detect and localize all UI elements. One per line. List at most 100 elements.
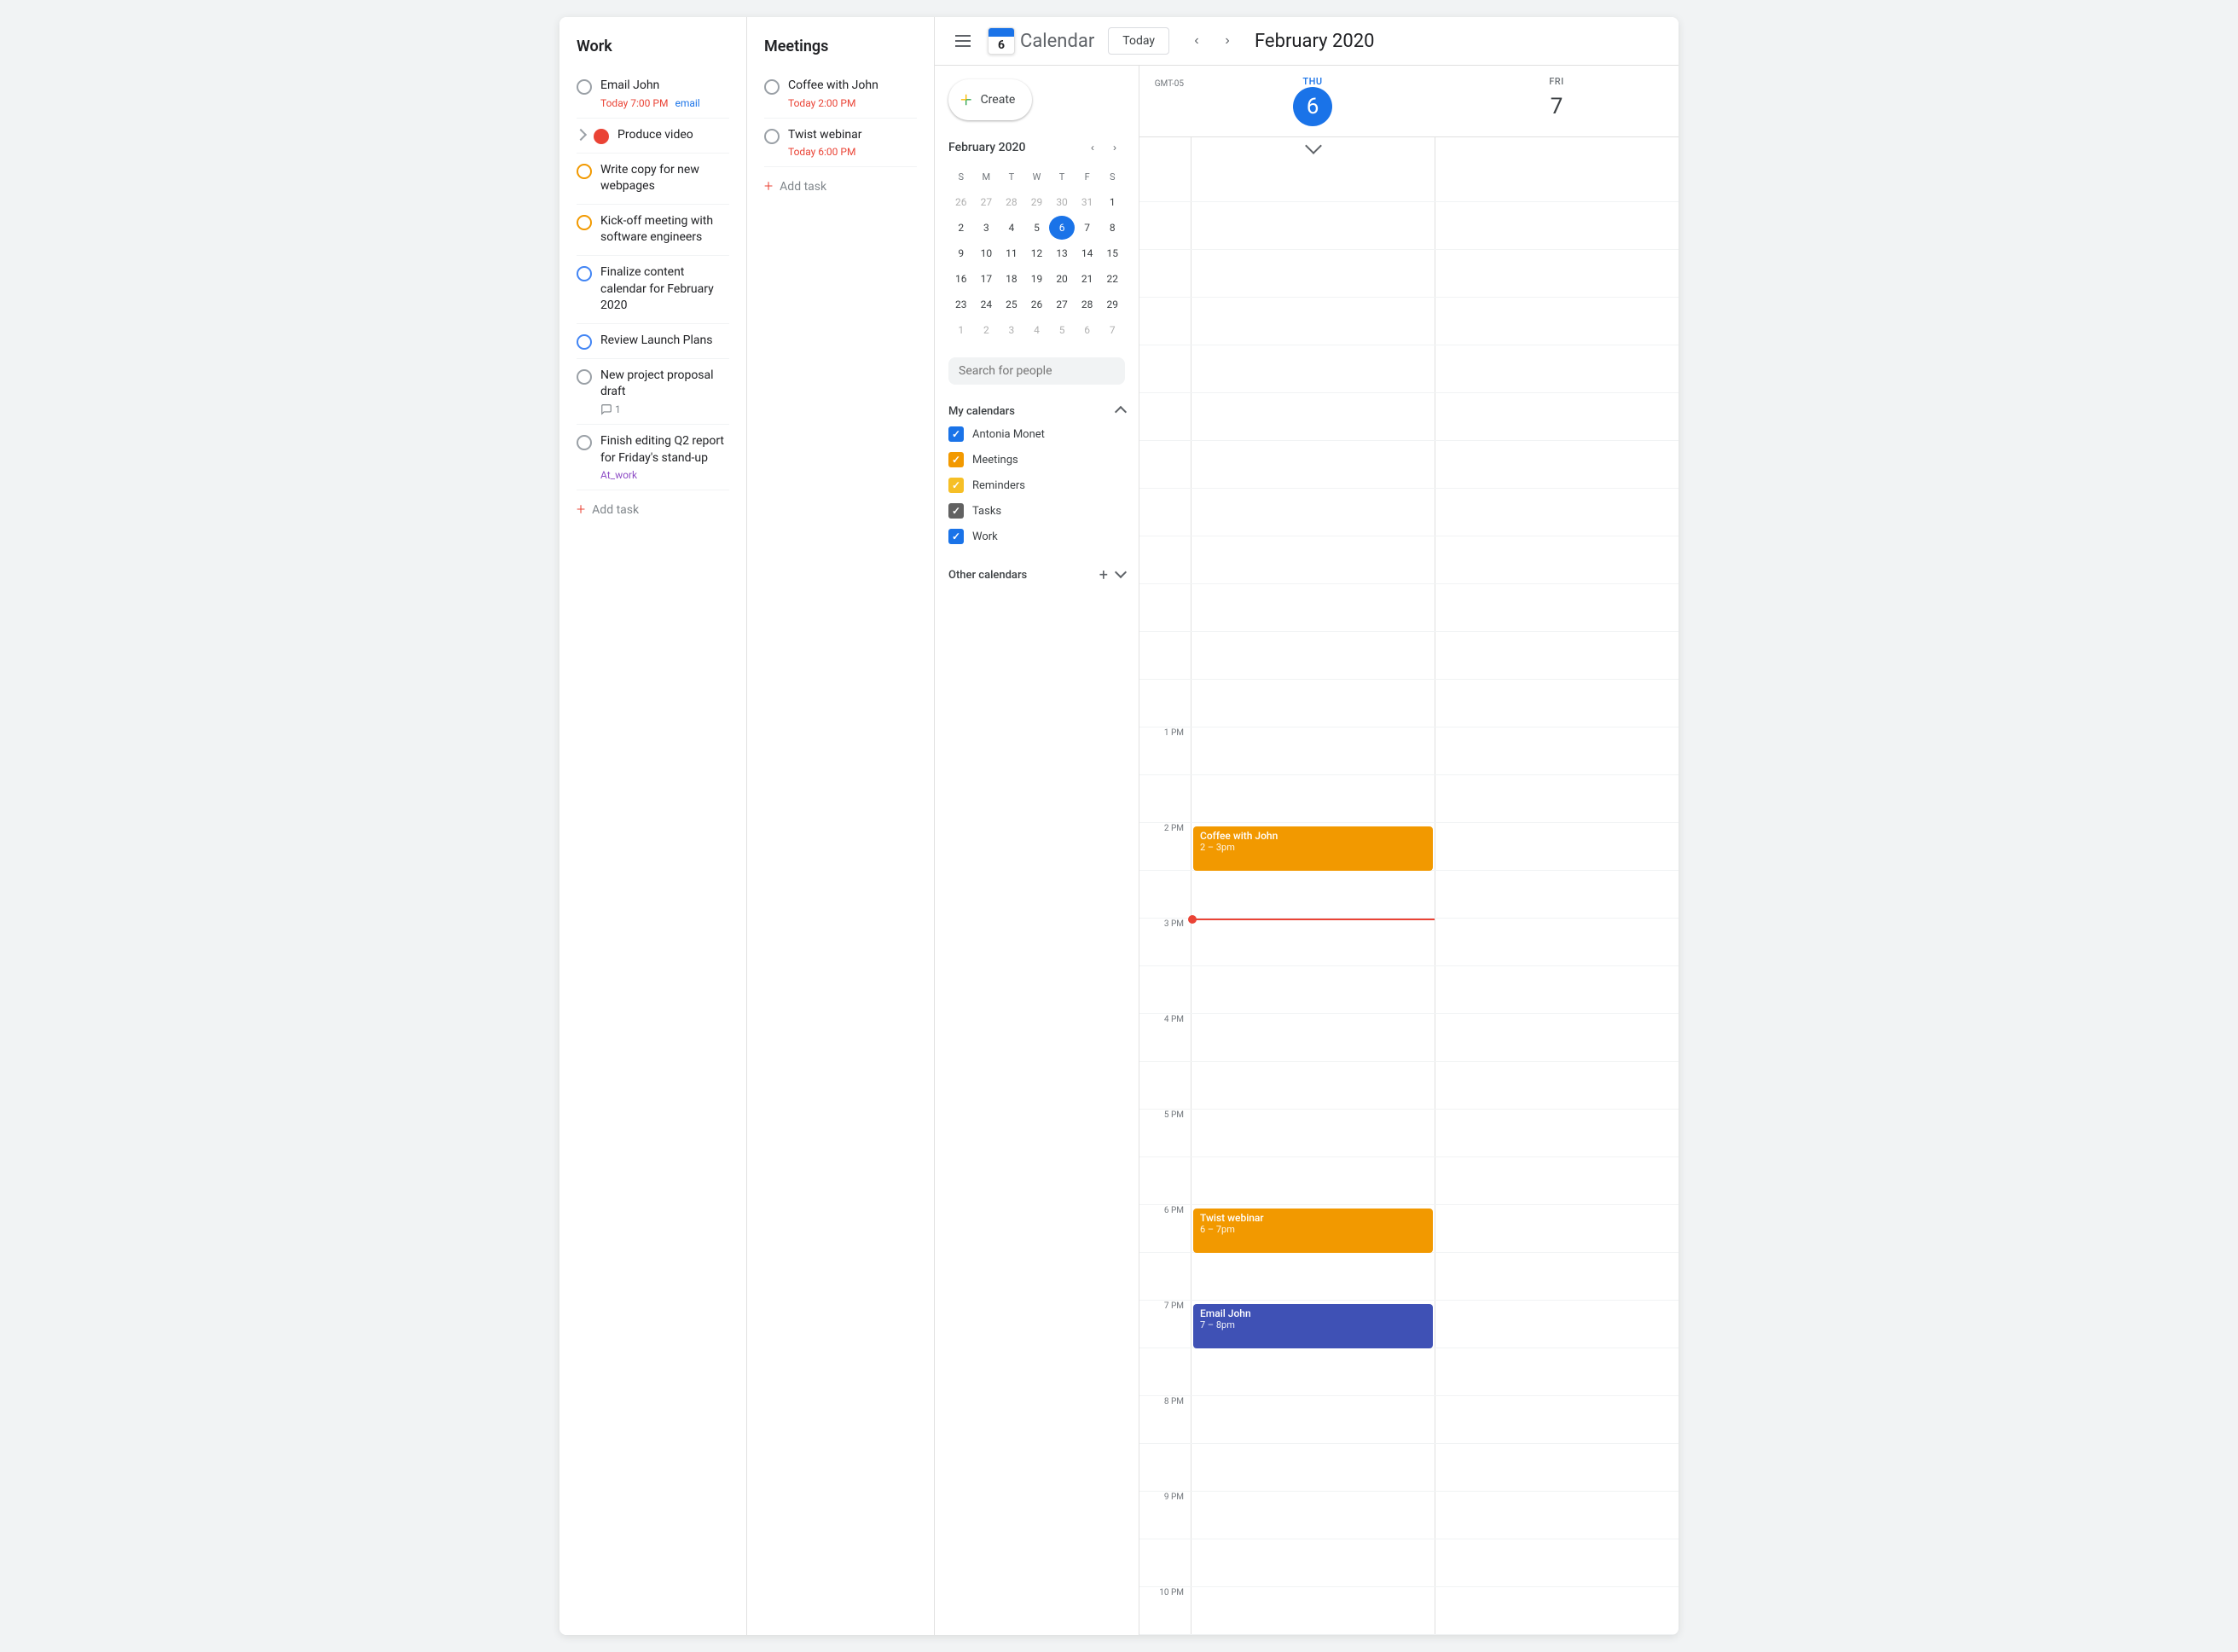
- mini-cal-day[interactable]: 4: [1024, 318, 1050, 342]
- time-cell-fri[interactable]: [1435, 1301, 1678, 1348]
- time-cell-fri[interactable]: [1435, 727, 1678, 774]
- cal-checkbox-reminders[interactable]: ✓: [948, 478, 964, 493]
- task-checkbox[interactable]: [577, 215, 592, 230]
- time-cell-fri[interactable]: [1435, 250, 1678, 297]
- task-checkbox[interactable]: [577, 266, 592, 281]
- time-cell-thu[interactable]: [1191, 1444, 1435, 1491]
- time-cell-thu[interactable]: [1191, 250, 1435, 297]
- mini-cal-day[interactable]: 7: [1075, 216, 1100, 240]
- event-email-john[interactable]: Email John7 – 8pm: [1193, 1304, 1433, 1348]
- task-checkbox-red[interactable]: [594, 129, 609, 144]
- task-checkbox[interactable]: [577, 369, 592, 385]
- next-month-button[interactable]: ›: [1214, 27, 1241, 55]
- time-cell-fri[interactable]: [1435, 1587, 1678, 1634]
- time-cell-fri[interactable]: [1435, 919, 1678, 965]
- hamburger-menu[interactable]: [952, 32, 974, 50]
- mini-cal-day[interactable]: 21: [1075, 267, 1100, 291]
- task-checkbox[interactable]: [764, 129, 780, 144]
- mini-cal-today[interactable]: 6: [1049, 216, 1075, 240]
- time-cell-fri[interactable]: [1435, 298, 1678, 345]
- time-cell-thu[interactable]: Coffee with John2 – 3pm: [1191, 823, 1435, 870]
- calendar-item-tasks[interactable]: ✓ Tasks: [948, 498, 1125, 524]
- mini-cal-day[interactable]: 11: [999, 241, 1024, 265]
- mini-cal-day[interactable]: 25: [999, 293, 1024, 316]
- time-cell-fri[interactable]: [1435, 1110, 1678, 1156]
- calendar-item-reminders[interactable]: ✓ Reminders: [948, 472, 1125, 498]
- time-cell-thu[interactable]: [1191, 489, 1435, 536]
- time-cell-fri[interactable]: [1435, 1157, 1678, 1204]
- other-calendars-header[interactable]: Other calendars +: [948, 563, 1125, 588]
- time-cell-thu[interactable]: [1191, 775, 1435, 822]
- cal-checkbox-work[interactable]: ✓: [948, 529, 964, 544]
- calendar-item-work[interactable]: ✓ Work: [948, 524, 1125, 549]
- time-cell-fri[interactable]: [1435, 1253, 1678, 1300]
- time-cell-thu[interactable]: [1191, 1157, 1435, 1204]
- mini-cal-day[interactable]: 26: [948, 190, 974, 214]
- mini-cal-day[interactable]: 12: [1024, 241, 1050, 265]
- time-cell-thu[interactable]: Twist webinar6 – 7pm: [1191, 1205, 1435, 1252]
- cal-checkbox-meetings[interactable]: ✓: [948, 452, 964, 467]
- mini-cal-day[interactable]: 10: [974, 241, 1000, 265]
- time-cell-thu[interactable]: [1191, 345, 1435, 392]
- time-cell-fri[interactable]: [1435, 393, 1678, 440]
- mini-cal-day[interactable]: 28: [999, 190, 1024, 214]
- time-cell-thu[interactable]: [1191, 1396, 1435, 1443]
- time-cell-thu[interactable]: [1191, 584, 1435, 631]
- mini-cal-day[interactable]: 22: [1099, 267, 1125, 291]
- mini-cal-day[interactable]: 26: [1024, 293, 1050, 316]
- time-cell-thu[interactable]: [1191, 919, 1435, 965]
- time-cell-fri[interactable]: [1435, 1492, 1678, 1539]
- event-coffee-with-john[interactable]: Coffee with John2 – 3pm: [1193, 826, 1433, 871]
- task-checkbox[interactable]: [764, 79, 780, 95]
- time-cell-fri[interactable]: [1435, 489, 1678, 536]
- mini-cal-day[interactable]: 2: [974, 318, 1000, 342]
- time-cell-fri[interactable]: [1435, 202, 1678, 249]
- time-cell-fri[interactable]: [1435, 1444, 1678, 1491]
- today-button[interactable]: Today: [1108, 27, 1169, 55]
- calendar-item-antonia[interactable]: ✓ Antonia Monet: [948, 421, 1125, 447]
- time-cell-thu[interactable]: [1191, 1492, 1435, 1539]
- time-cell-fri[interactable]: [1435, 441, 1678, 488]
- mini-cal-day[interactable]: 20: [1049, 267, 1075, 291]
- mini-cal-day[interactable]: 28: [1075, 293, 1100, 316]
- expand-icon[interactable]: [575, 129, 587, 141]
- time-cell-fri[interactable]: [1435, 584, 1678, 631]
- add-task-button[interactable]: + Add task: [764, 167, 917, 206]
- mini-cal-day[interactable]: 29: [1024, 190, 1050, 214]
- mini-prev-button[interactable]: ‹: [1082, 137, 1103, 158]
- prev-month-button[interactable]: ‹: [1183, 27, 1210, 55]
- time-cell-thu[interactable]: [1191, 1110, 1435, 1156]
- time-cell-fri[interactable]: [1435, 536, 1678, 583]
- my-calendars-header[interactable]: My calendars: [948, 402, 1125, 421]
- mini-cal-day[interactable]: 9: [948, 241, 974, 265]
- cal-checkbox-tasks[interactable]: ✓: [948, 503, 964, 519]
- mini-cal-day[interactable]: 23: [948, 293, 974, 316]
- mini-cal-day[interactable]: 30: [1049, 190, 1075, 214]
- time-cell-thu[interactable]: [1191, 154, 1435, 201]
- time-cell-fri[interactable]: [1435, 1014, 1678, 1061]
- time-cell-thu[interactable]: [1191, 632, 1435, 679]
- task-checkbox[interactable]: [577, 435, 592, 450]
- cal-checkbox-antonia[interactable]: ✓: [948, 426, 964, 442]
- create-button[interactable]: + Create: [948, 79, 1032, 120]
- task-tag[interactable]: email: [675, 97, 699, 109]
- mini-cal-day[interactable]: 27: [974, 190, 1000, 214]
- time-cell-thu[interactable]: [1191, 1014, 1435, 1061]
- time-cell-thu[interactable]: Email John7 – 8pm: [1191, 1301, 1435, 1348]
- time-cell-fri[interactable]: [1435, 1348, 1678, 1395]
- mini-cal-day[interactable]: 13: [1049, 241, 1075, 265]
- chevron-down-icon[interactable]: [1115, 566, 1127, 578]
- task-checkbox[interactable]: [577, 334, 592, 350]
- time-cell-thu[interactable]: [1191, 202, 1435, 249]
- time-cell-thu[interactable]: [1191, 680, 1435, 727]
- collapse-icon[interactable]: [1115, 405, 1127, 417]
- time-cell-fri[interactable]: [1435, 680, 1678, 727]
- task-tag-purple[interactable]: At_work: [600, 469, 637, 481]
- mini-cal-day[interactable]: 19: [1024, 267, 1050, 291]
- mini-cal-day[interactable]: 7: [1099, 318, 1125, 342]
- mini-cal-day[interactable]: 1: [1099, 190, 1125, 214]
- collapse-chevron[interactable]: [1305, 137, 1322, 154]
- calendar-item-meetings[interactable]: ✓ Meetings: [948, 447, 1125, 472]
- time-cell-thu[interactable]: [1191, 871, 1435, 918]
- time-cell-fri[interactable]: [1435, 1205, 1678, 1252]
